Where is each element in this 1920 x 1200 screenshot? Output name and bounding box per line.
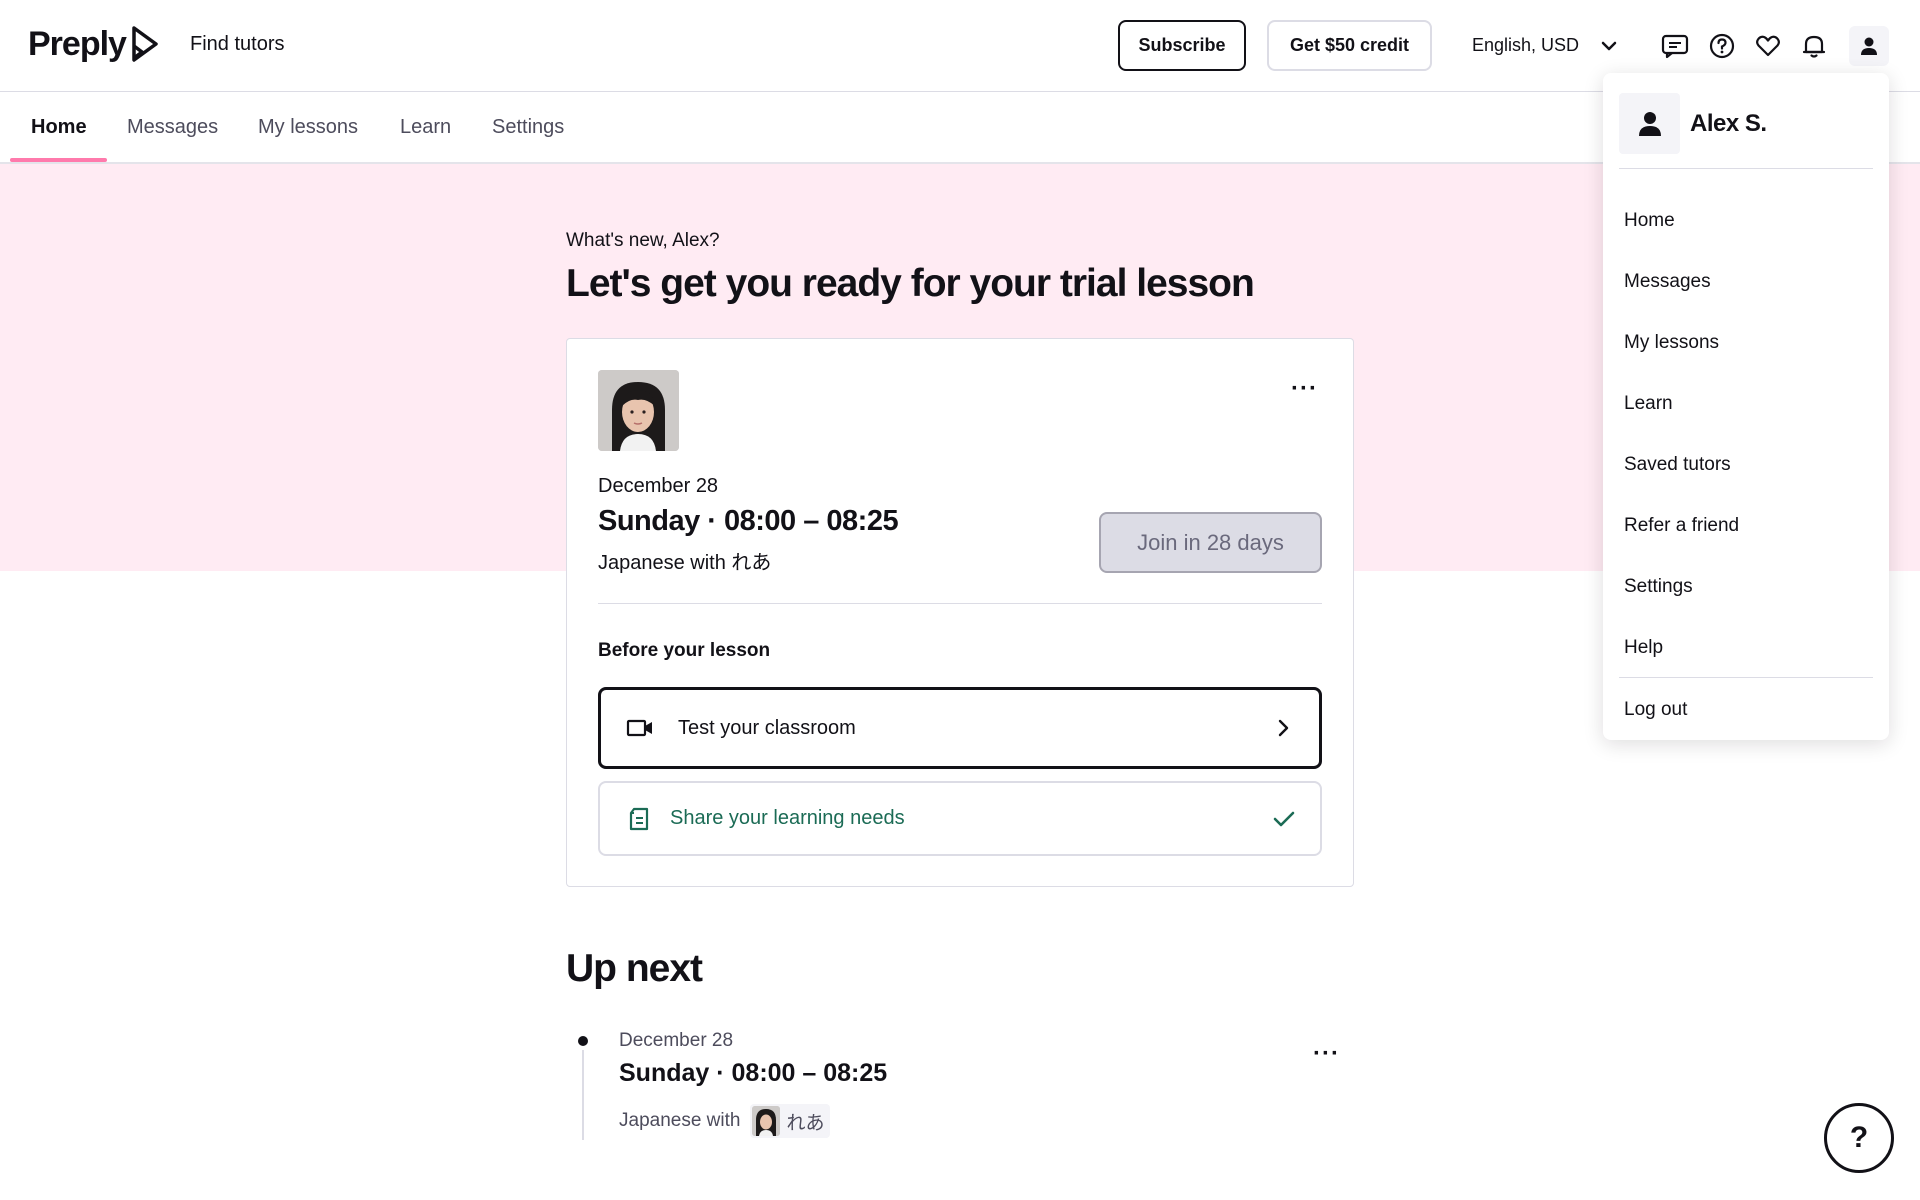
up-next-subject-prefix: Japanese with — [619, 1110, 741, 1131]
help-icon[interactable] — [1706, 30, 1738, 62]
preply-logo[interactable]: Preply — [28, 24, 162, 64]
share-learning-needs-task[interactable]: Share your learning needs — [598, 781, 1322, 856]
menu-item-help[interactable]: Help — [1624, 637, 1663, 659]
menu-item-settings[interactable]: Settings — [1624, 576, 1693, 598]
menu-divider — [1619, 677, 1873, 678]
menu-item-my-lessons[interactable]: My lessons — [1624, 332, 1719, 354]
heart-icon[interactable] — [1752, 30, 1784, 62]
lesson-date: December 28 — [598, 475, 719, 497]
language-currency-selector[interactable]: English, USD — [1472, 35, 1579, 56]
task-label: Share your learning needs — [670, 807, 905, 829]
menu-user-header[interactable]: Alex S. — [1619, 93, 1767, 154]
tab-my-lessons[interactable]: My lessons — [258, 116, 358, 139]
join-lesson-button[interactable]: Join in 28 days — [1099, 512, 1322, 573]
get-credit-button[interactable]: Get $50 credit — [1267, 20, 1432, 71]
checkmark-icon — [1272, 807, 1296, 831]
user-icon — [1638, 112, 1661, 136]
tutor-chip[interactable]: れあ — [750, 1104, 831, 1138]
help-chat-button[interactable]: ? — [1824, 1103, 1894, 1173]
find-tutors-link[interactable]: Find tutors — [190, 33, 284, 56]
up-next-more-options-button[interactable]: ··· — [1313, 1040, 1340, 1068]
chevron-right-icon — [1271, 716, 1295, 740]
timeline-line — [582, 1050, 584, 1140]
subscribe-button[interactable]: Subscribe — [1118, 20, 1246, 71]
tab-settings[interactable]: Settings — [492, 116, 564, 139]
lesson-more-options-button[interactable]: ··· — [1291, 375, 1318, 403]
chevron-down-icon[interactable] — [1598, 36, 1620, 56]
user-menu-button[interactable] — [1849, 26, 1889, 66]
lesson-time: Sunday · 08:00 – 08:25 — [598, 505, 899, 537]
bell-icon[interactable] — [1798, 30, 1830, 62]
tutor-name: れあ — [786, 1112, 825, 1134]
timeline-dot — [578, 1036, 588, 1046]
menu-item-learn[interactable]: Learn — [1624, 393, 1673, 415]
logo-mark-icon — [132, 26, 158, 62]
menu-item-log-out[interactable]: Log out — [1624, 699, 1687, 721]
active-tab-indicator — [10, 158, 107, 162]
menu-item-home[interactable]: Home — [1624, 210, 1675, 232]
tutor-avatar[interactable] — [598, 370, 679, 451]
tab-home[interactable]: Home — [31, 116, 87, 139]
tab-messages[interactable]: Messages — [127, 116, 218, 139]
menu-user-name: Alex S. — [1690, 109, 1767, 137]
up-next-subject: Japanese with れあ — [619, 1104, 831, 1138]
messages-icon[interactable] — [1659, 30, 1691, 62]
video-camera-icon — [625, 713, 655, 743]
task-label: Test your classroom — [678, 716, 856, 739]
before-lesson-heading: Before your lesson — [598, 640, 771, 661]
brand-name: Preply — [28, 24, 127, 63]
document-icon — [624, 804, 654, 834]
menu-avatar — [1619, 93, 1680, 154]
menu-item-refer-a-friend[interactable]: Refer a friend — [1624, 515, 1739, 537]
menu-item-saved-tutors[interactable]: Saved tutors — [1624, 454, 1731, 476]
lesson-subject: Japanese with れあ — [598, 552, 772, 574]
test-classroom-task[interactable]: Test your classroom — [598, 687, 1322, 769]
tutor-avatar-small — [752, 1106, 781, 1136]
up-next-date: December 28 — [619, 1030, 734, 1051]
up-next-heading: Up next — [566, 947, 703, 990]
page-title: Let's get you ready for your trial lesso… — [566, 262, 1255, 305]
menu-item-messages[interactable]: Messages — [1624, 271, 1711, 293]
trial-lesson-card: ··· December 28 Sunday · 08:00 – 08:25 J… — [566, 338, 1354, 887]
menu-divider — [1619, 168, 1873, 169]
greeting-text: What's new, Alex? — [566, 230, 720, 251]
tab-learn[interactable]: Learn — [400, 116, 451, 139]
user-dropdown-menu: Alex S. Home Messages My lessons Learn S… — [1603, 73, 1889, 740]
up-next-time: Sunday · 08:00 – 08:25 — [619, 1059, 888, 1087]
user-icon — [1861, 37, 1877, 55]
card-divider — [598, 603, 1322, 604]
